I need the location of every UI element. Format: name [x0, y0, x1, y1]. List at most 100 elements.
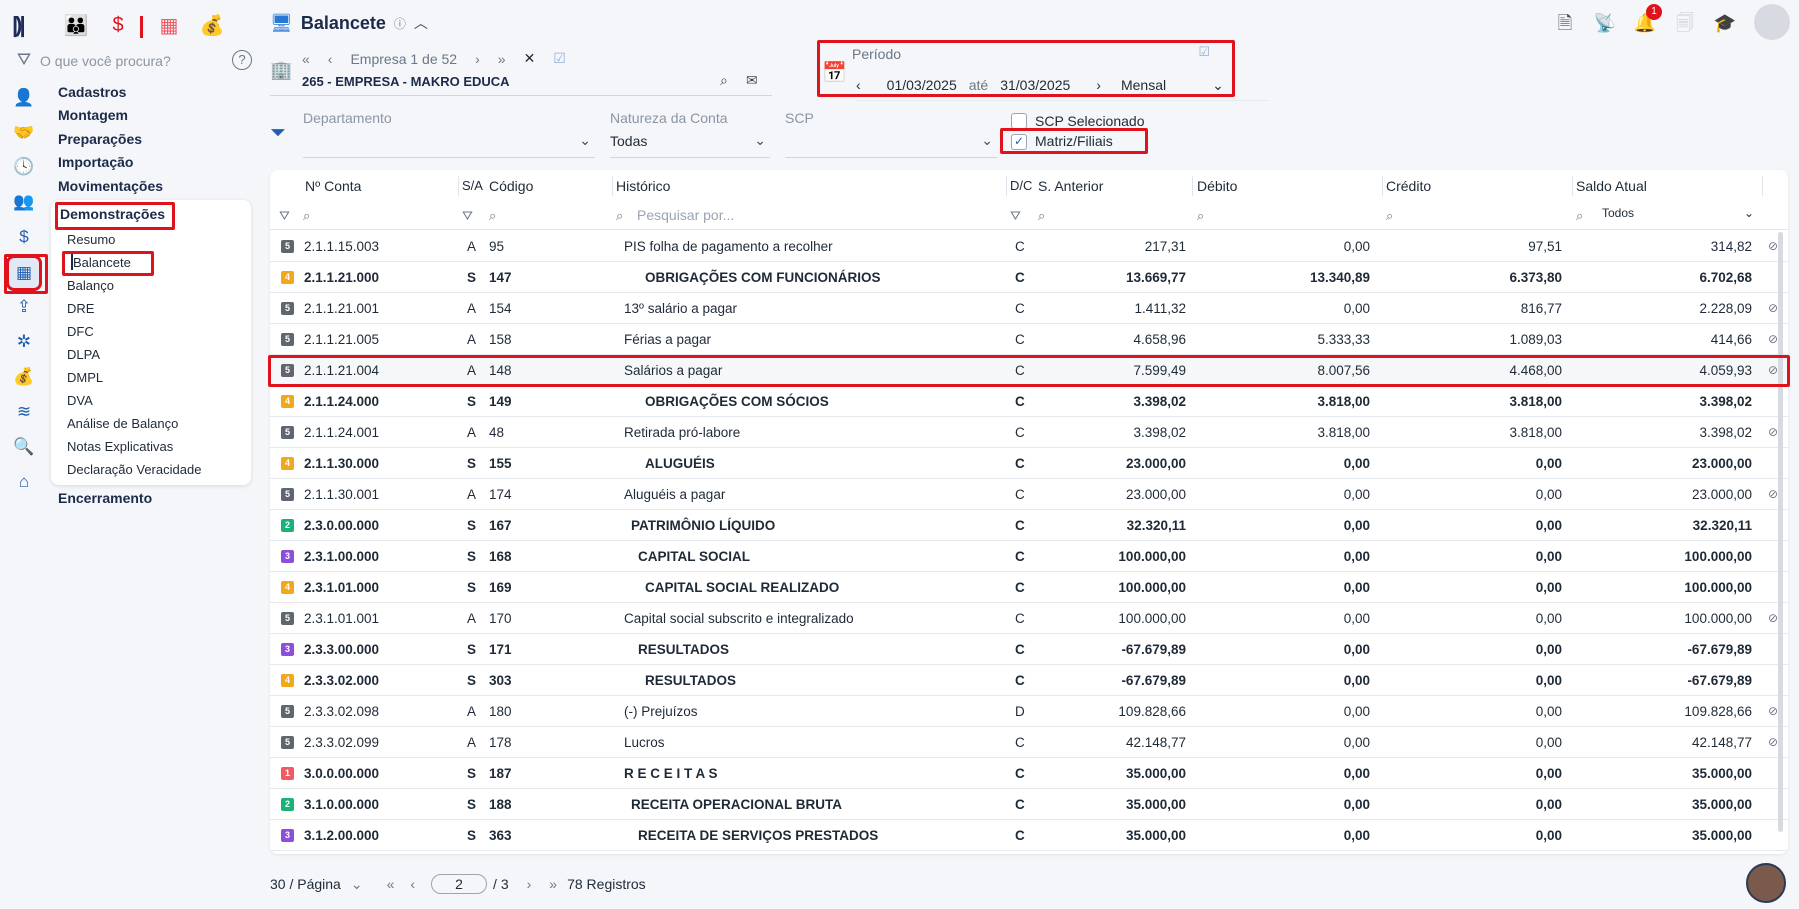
hide-row-icon[interactable]: ⊘ — [1768, 425, 1778, 439]
user-avatar[interactable] — [1754, 4, 1790, 40]
col-historico[interactable]: Histórico — [616, 178, 670, 194]
col-credito[interactable]: Crédito — [1386, 178, 1431, 194]
menu-search[interactable]: O que você procura? ? — [12, 48, 252, 74]
table-row[interactable]: 5 2.1.1.21.005 A 158 Férias a pagar C 4.658,96… — [270, 324, 1788, 355]
page-input[interactable]: 2 — [431, 874, 488, 894]
hide-row-icon[interactable]: ⊘ — [1768, 611, 1778, 625]
col-debito[interactable]: Débito — [1197, 178, 1237, 194]
filter-icon[interactable]: ⛛ — [1010, 208, 1021, 224]
prev-icon[interactable]: ‹ — [328, 51, 333, 67]
menu-movimentacoes[interactable]: Movimentações — [58, 178, 163, 194]
last-page-icon[interactable]: » — [498, 51, 506, 67]
table-row[interactable]: 5 2.3.3.02.099 A 178 Lucros C 42.148,77 0,00 0,0… — [270, 727, 1788, 758]
historico-search-input[interactable]: Pesquisar por... — [637, 207, 734, 223]
period-check-icon[interactable]: ☑ — [1198, 44, 1210, 60]
search-icon[interactable]: ⌕ — [616, 208, 623, 224]
first-page-icon[interactable]: « — [387, 876, 395, 892]
reports-icon[interactable]: ▦ — [6, 255, 42, 291]
assistant-avatar[interactable] — [1746, 863, 1786, 903]
table-row[interactable]: 5 2.1.1.15.003 A 95 PIS folha de pagamento a… — [270, 231, 1788, 262]
table-row[interactable]: 5 2.1.1.21.001 A 154 13º salário a pagar C 1.4… — [270, 293, 1788, 324]
natureza-select[interactable]: Natureza da Conta Todas ⌄ — [610, 110, 770, 158]
submenu-analise-balanco[interactable]: Análise de Balanço — [67, 416, 178, 431]
menu-cadastros[interactable]: Cadastros — [58, 84, 126, 100]
handshake-icon[interactable]: 🤝 — [12, 121, 36, 145]
table-row[interactable]: 3 3.1.2.00.000 S 363 RECEITA DE SERVIÇOS PRE… — [270, 820, 1788, 851]
users-icon[interactable]: 👥 — [12, 190, 36, 214]
hide-row-icon[interactable]: ⊘ — [1768, 239, 1778, 253]
period-prev-icon[interactable]: ‹ — [856, 77, 861, 93]
submenu-dfc[interactable]: DFC — [67, 324, 94, 339]
saldo-filter-value[interactable]: Todos — [1602, 206, 1634, 220]
search-icon[interactable]: ⌕ — [1576, 208, 1583, 224]
filter-icon[interactable]: ⛛ — [279, 208, 290, 224]
menu-importacao[interactable]: Importação — [58, 154, 133, 170]
table-row[interactable]: 2 2.3.0.00.000 S 167 PATRIMÔNIO LÍQUIDO C 32.3… — [270, 510, 1788, 541]
table-row[interactable]: 1 3.0.0.00.000 S 187 R E C E I T A S C 35.000,… — [270, 758, 1788, 789]
search-icon[interactable]: ⌕ — [720, 72, 728, 89]
table-row[interactable]: 4 2.3.1.01.000 S 169 CAPITAL SOCIAL REALIZAD… — [270, 572, 1788, 603]
scp-selecionado-checkbox[interactable] — [1011, 113, 1027, 129]
table-row[interactable]: 5 2.1.1.24.001 A 48 Retirada pró-labore C 3.39… — [270, 417, 1788, 448]
scp-select[interactable]: SCP ⌄ — [785, 110, 997, 158]
hide-row-icon[interactable]: ⊘ — [1768, 735, 1778, 749]
period-from[interactable]: 01/03/2025 — [887, 77, 957, 93]
departamento-select[interactable]: Departamento ⌄ — [303, 110, 595, 158]
people-icon[interactable]: 👪 — [62, 12, 90, 38]
table-row[interactable]: 4 2.1.1.21.000 S 147 OBRIGAÇÕES COM FUNCIONÁ… — [270, 262, 1788, 293]
period-to[interactable]: 31/03/2025 — [1000, 77, 1070, 93]
dollar-icon[interactable]: $ — [12, 225, 36, 249]
submenu-balancete[interactable]: Balancete — [73, 255, 131, 270]
hide-row-icon[interactable]: ⊘ — [1768, 301, 1778, 315]
col-saldo[interactable]: Saldo Atual — [1576, 178, 1647, 194]
period-mode[interactable]: Mensal — [1121, 77, 1166, 93]
close-icon[interactable]: ✕ — [524, 50, 536, 67]
submenu-resumo[interactable]: Resumo — [67, 232, 115, 247]
menu-preparacoes[interactable]: Preparações — [58, 131, 142, 147]
table-row[interactable]: 2 3.1.0.00.000 S 188 RECEITA OPERACIONAL BRU… — [270, 789, 1788, 820]
chevron-up-icon[interactable]: ︿ — [414, 13, 428, 33]
search-icon[interactable]: ⌕ — [303, 208, 310, 224]
submenu-dmpl[interactable]: DMPL — [67, 370, 103, 385]
network-icon[interactable]: ✲ — [12, 330, 36, 354]
clock-icon[interactable]: 🕓 — [12, 155, 36, 179]
document-icon[interactable]: 🗎 — [1552, 10, 1578, 36]
info-icon[interactable]: ⓘ — [394, 15, 406, 32]
chevron-down-icon[interactable]: ⌄ — [351, 876, 363, 893]
table-row[interactable]: 5 2.1.1.21.004 A 148 Salários a pagar C 7.599,… — [270, 355, 1788, 386]
home-icon[interactable]: ⌂ — [12, 470, 36, 494]
report-search-icon[interactable]: 🗐 — [1672, 10, 1698, 36]
first-page-icon[interactable]: « — [302, 51, 310, 67]
col-dc[interactable]: D/C — [1010, 178, 1032, 193]
app-logo[interactable]: |)| — [12, 12, 26, 38]
grid-icon[interactable]: ▦ — [156, 12, 182, 38]
col-sa[interactable]: S/A — [462, 178, 483, 193]
table-row[interactable]: 4 2.1.1.30.000 S 155 ALUGUÉIS C 23.000,00 0,00 0… — [270, 448, 1788, 479]
filter-icon[interactable]: ⛛ — [462, 208, 473, 224]
satellite-icon[interactable]: 📡 — [1592, 10, 1618, 36]
chevron-down-icon[interactable]: ⌄ — [1212, 77, 1224, 94]
table-row[interactable]: 5 2.1.1.30.001 A 174 Aluguéis a pagar C 23.000… — [270, 479, 1788, 510]
submenu-notas-explicativas[interactable]: Notas Explicativas — [67, 439, 173, 454]
search-icon[interactable]: ⌕ — [1038, 208, 1045, 224]
search-icon[interactable]: ⌕ — [1386, 208, 1393, 224]
submenu-dva[interactable]: DVA — [67, 393, 93, 408]
layers-icon[interactable]: ≋ — [12, 400, 36, 424]
last-page-icon[interactable]: » — [549, 876, 557, 892]
col-codigo[interactable]: Código — [489, 178, 533, 194]
submenu-dlpa[interactable]: DLPA — [67, 347, 100, 362]
chevron-down-icon[interactable]: ⌄ — [1744, 206, 1754, 220]
chevron-down-icon[interactable]: ⌄ — [754, 132, 766, 149]
next-icon[interactable]: › — [475, 51, 480, 67]
col-conta[interactable]: Nº Conta — [305, 178, 361, 194]
menu-montagem[interactable]: Montagem — [58, 107, 128, 123]
hide-row-icon[interactable]: ⊘ — [1768, 332, 1778, 346]
dollar-sign-icon[interactable]: $ — [110, 12, 126, 38]
check-icon[interactable]: ☑ — [553, 50, 566, 67]
matriz-filiais-checkbox[interactable]: ✓ — [1011, 134, 1027, 150]
table-row[interactable]: 5 2.3.3.02.098 A 180 (-) Prejuízos D 109.828,6… — [270, 696, 1788, 727]
hide-row-icon[interactable]: ⊘ — [1768, 363, 1778, 377]
money-bag-quick-icon[interactable]: 💰 — [200, 12, 225, 38]
period-next-icon[interactable]: › — [1096, 77, 1101, 93]
table-row[interactable]: 4 2.3.3.02.000 S 303 RESULTADOS C -67.679,89 0,… — [270, 665, 1788, 696]
